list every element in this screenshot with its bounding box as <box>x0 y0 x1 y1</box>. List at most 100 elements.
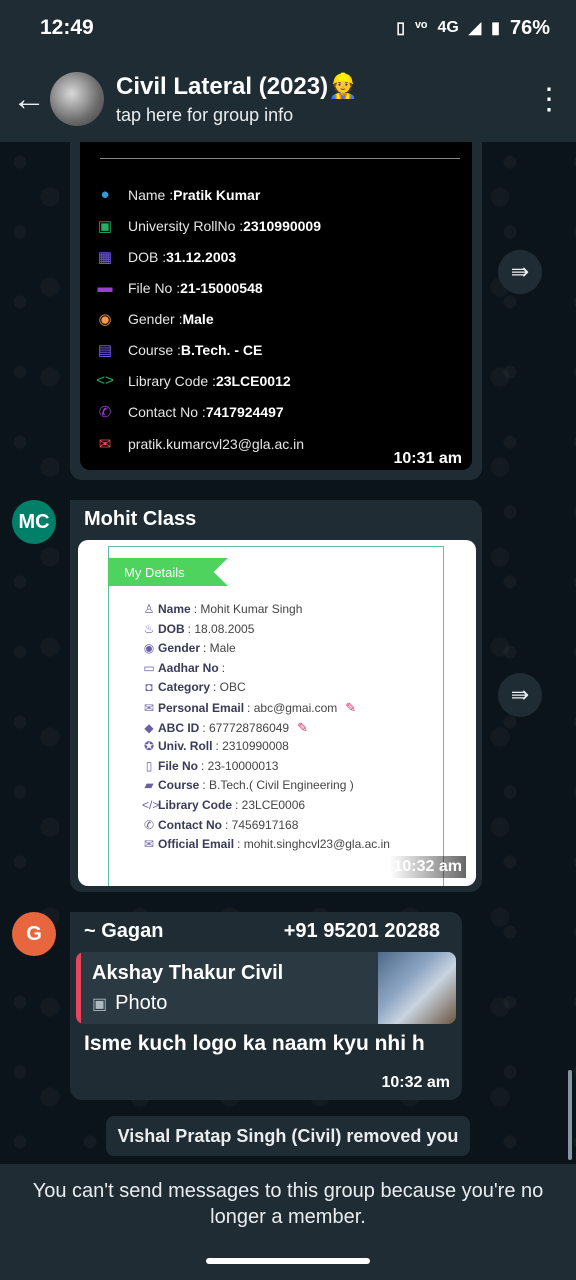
detail-label: University RollNo : <box>128 218 244 234</box>
quoted-type: ▣ Photo <box>92 992 167 1015</box>
tag-icon: ◆ <box>144 720 154 735</box>
user-icon: ♙ <box>143 602 155 616</box>
detail-value: 2310990009 <box>243 218 322 234</box>
edit-icon: ✎ <box>297 719 309 735</box>
code-icon: </> <box>142 798 160 812</box>
image-message-bubble[interactable]: Mohit Class My Details ♙ Name: Mohit Kuma… <box>70 500 482 892</box>
sender-name[interactable]: Mohit Class <box>84 508 196 531</box>
message-text: Isme kuch logo ka naam kyu nhi h <box>84 1032 425 1055</box>
id-card-icon: ▣ <box>97 218 113 235</box>
divider <box>100 158 460 159</box>
forward-icon[interactable]: ⇛ <box>498 250 542 294</box>
detail-label: Course <box>158 778 200 793</box>
detail-value: : B.Tech.( Civil Engineering ) <box>202 778 354 793</box>
group-info[interactable]: Civil Lateral (2023)👷 tap here for group… <box>116 72 534 126</box>
detail-row: ✉ Official Email: mohit.singhcvl23@gla.ac… <box>142 837 390 851</box>
detail-row-dob: ▦ DOB : 31.12.2003 <box>94 248 236 266</box>
detail-row: ◘ Category: OBC <box>142 680 245 695</box>
detail-value: B.Tech. - CE <box>180 342 263 358</box>
detail-label: Name : <box>128 187 174 203</box>
phone-icon: ✆ <box>98 404 112 421</box>
reply-message-bubble[interactable]: ~ Gagan +91 95201 20288 Akshay Thakur Ci… <box>70 912 462 1100</box>
detail-label: Contact No <box>158 817 222 832</box>
detail-label: Gender <box>158 641 201 656</box>
detail-label: Name <box>158 602 191 616</box>
home-indicator[interactable] <box>206 1258 370 1264</box>
detail-label: Category <box>158 680 211 695</box>
phone-icon: ✆ <box>143 817 155 832</box>
detail-value: : 677728786049 <box>202 720 290 735</box>
back-arrow-icon[interactable]: ← <box>12 80 46 119</box>
status-bar: 12:49 ▯ ᵛᵒ 4G ◢ ▮ 76% <box>0 0 576 56</box>
details-frame <box>108 546 444 886</box>
cake-icon: ♨ <box>143 621 155 636</box>
calendar-icon: ▦ <box>97 249 113 266</box>
detail-label: Library Code <box>158 798 233 812</box>
forward-icon[interactable]: ⇛ <box>498 673 542 717</box>
sender-name[interactable]: ~ Gagan <box>84 920 163 943</box>
detail-value: : Male <box>203 641 236 656</box>
badge-icon: ✪ <box>143 739 155 754</box>
message-time: 10:31 am <box>393 450 463 467</box>
detail-label: Gender : <box>128 311 183 327</box>
detail-value: : <box>221 660 226 675</box>
detail-row: ◆ ABC ID: 677728786049 ✎ <box>142 720 308 736</box>
image-message-bubble[interactable]: ● Name : Pratik Kumar ▣ University RollN… <box>70 142 482 480</box>
message-time: 10:32 am <box>389 856 466 878</box>
quoted-message[interactable]: Akshay Thakur Civil ▣ Photo <box>76 952 456 1024</box>
message-time: 10:32 am <box>381 1074 451 1091</box>
quote-accent-bar <box>76 952 81 1024</box>
avatar[interactable]: MC <box>12 500 56 544</box>
detail-value: Pratik Kumar <box>173 187 261 203</box>
email-icon: ✉ <box>143 701 155 715</box>
detail-row: ▰ Course: B.Tech.( Civil Engineering ) <box>142 778 354 793</box>
status-icons: ▯ ᵛᵒ 4G ◢ ▮ 76% <box>396 17 550 40</box>
detail-row: ✆ Contact No: 7456917168 <box>142 818 298 832</box>
more-options-icon[interactable]: ⋮ <box>534 82 564 117</box>
group-title: Civil Lateral (2023)👷 <box>116 73 358 100</box>
detail-label: File No : <box>128 280 181 296</box>
book-icon: ▤ <box>97 342 113 359</box>
camera-icon: ◘ <box>145 680 153 695</box>
detail-row: </> Library Code: 23LCE0006 <box>142 798 305 812</box>
detail-label: DOB <box>158 621 185 636</box>
detail-row-contact: ✆ Contact No : 7417924497 <box>94 403 284 421</box>
mail-icon: ✉ <box>98 436 112 453</box>
battery-level: 76% <box>509 16 550 39</box>
person-icon: ● <box>100 186 110 203</box>
detail-value: : 23-10000013 <box>201 758 279 773</box>
detail-row-course: ▤ Course : B.Tech. - CE <box>94 341 262 359</box>
avatar[interactable]: G <box>12 912 56 956</box>
detail-value: : mohit.singhcvl23@gla.ac.in <box>237 837 390 852</box>
volte-icon: ᵛᵒ <box>415 19 428 36</box>
id-card-image[interactable]: ● Name : Pratik Kumar ▣ University RollN… <box>80 142 472 470</box>
edit-icon: ✎ <box>345 700 357 715</box>
detail-label: Library Code : <box>128 373 216 389</box>
status-time: 12:49 <box>40 16 94 39</box>
detail-value: 21-15000548 <box>180 280 263 296</box>
detail-value: : Mohit Kumar Singh <box>193 602 303 616</box>
sender-phone[interactable]: +91 95201 20288 <box>284 920 440 943</box>
detail-row-file: ▬ File No : 21-15000548 <box>94 279 263 297</box>
detail-label: DOB : <box>128 249 167 265</box>
system-message: Vishal Pratap Singh (Civil) removed you <box>106 1116 470 1156</box>
detail-label: File No <box>158 758 199 773</box>
signal-icon: ◢ <box>468 20 482 37</box>
quoted-photo-thumbnail <box>378 952 456 1024</box>
group-avatar[interactable] <box>50 72 104 126</box>
course-icon: ▰ <box>144 778 154 793</box>
detail-label: Contact No : <box>128 404 206 420</box>
network-type: 4G <box>437 19 459 36</box>
detail-value: Male <box>182 311 214 327</box>
detail-label: Aadhar No <box>158 660 219 675</box>
details-screenshot-image[interactable]: My Details ♙ Name: Mohit Kumar Singh ♨ DOB:… <box>78 540 476 886</box>
aadhar-icon: ▭ <box>143 660 155 675</box>
detail-row: ◉ Gender: Male <box>142 641 236 655</box>
chat-header[interactable]: ← Civil Lateral (2023)👷 tap here for gro… <box>0 56 576 142</box>
quoted-type-label: Photo <box>115 992 168 1014</box>
detail-value: 31.12.2003 <box>166 249 237 265</box>
scrollbar[interactable] <box>568 1070 572 1160</box>
group-subtitle: tap here for group info <box>116 105 294 125</box>
detail-value: : 18.08.2005 <box>187 621 255 636</box>
vibrate-icon: ▯ <box>396 20 406 37</box>
